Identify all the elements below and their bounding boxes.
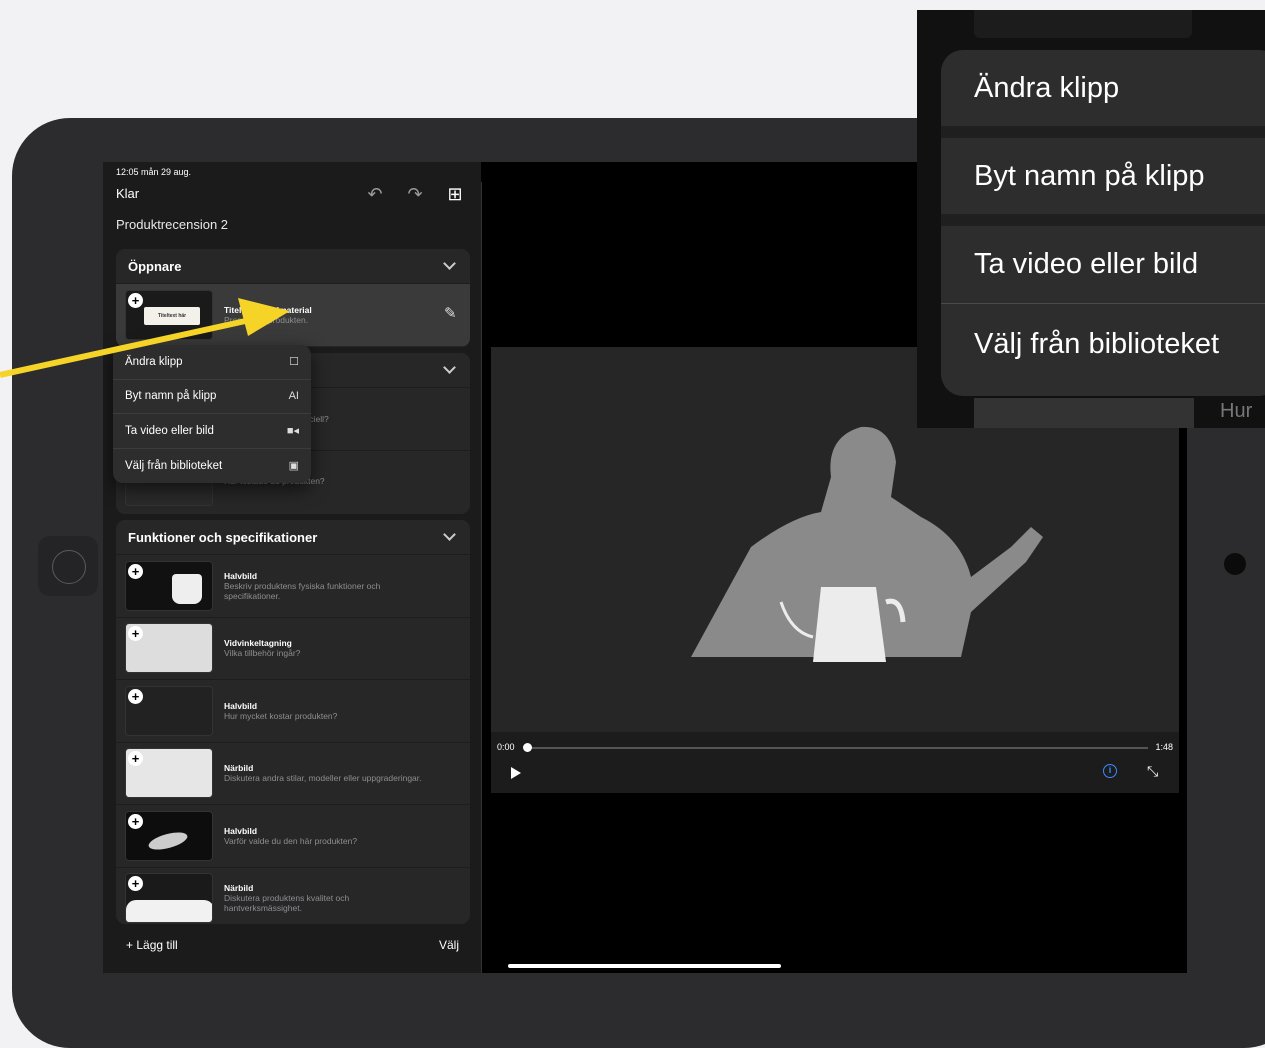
kettle-closeup-image (126, 900, 212, 923)
info-icon[interactable]: i (1103, 764, 1117, 778)
clip-title: Titel över bildmaterial (224, 304, 312, 315)
add-plus-icon[interactable]: + (128, 813, 143, 829)
scrubber-knob[interactable] (523, 743, 532, 752)
done-button[interactable]: Klar (116, 186, 139, 201)
edit-icon: ☐ (289, 356, 299, 369)
play-icon[interactable] (511, 767, 521, 779)
clip-thumbnail[interactable]: + Titeltext här (125, 289, 213, 340)
chevron-down-icon[interactable] (443, 257, 456, 270)
add-plus-icon[interactable]: + (128, 626, 143, 642)
front-camera (1224, 553, 1246, 575)
clip-thumbnail[interactable]: + (125, 560, 213, 611)
section-header[interactable]: Funktioner och specifikationer (116, 520, 470, 554)
zoom-thumb-strip (974, 10, 1192, 38)
scrubber-track[interactable] (526, 747, 1148, 749)
clip-subtitle: Beskriv produktens fysiska funktioner oc… (224, 580, 381, 601)
menu-item-label: Ändra klipp (125, 355, 183, 368)
pencil-icon[interactable]: ✎ (444, 306, 460, 322)
chevron-down-icon[interactable] (443, 528, 456, 541)
fullscreen-icon[interactable]: ⤡ (1147, 763, 1158, 780)
clip-title: Närbild (224, 883, 254, 894)
clip-thumbnail[interactable]: + (125, 748, 213, 799)
clip-row[interactable]: + Närbild Diskutera andra stilar, modell… (116, 741, 470, 805)
redo-icon[interactable]: ↷ (403, 182, 427, 206)
project-title: Produktrecension 2 (116, 217, 229, 232)
clip-title: Vidvinkeltagning (224, 638, 292, 649)
menu-item-take-video[interactable]: Ta video eller bild ■◂ (113, 414, 311, 449)
clip-list-panel: 12:05 mån 29 aug. Klar ↶ ↷ ⊞ Produktrece… (103, 162, 481, 973)
section-header[interactable]: Öppnare (116, 249, 470, 283)
add-button[interactable]: + Lägg till (126, 938, 178, 952)
menu-item-label: Byt namn på klipp (125, 390, 217, 403)
thumb-title-card: Titeltext här (144, 306, 200, 325)
zoom-item-choose-library[interactable]: Välj från biblioteket (941, 304, 1265, 384)
zoom-item-edit-clip[interactable]: Ändra klipp (941, 50, 1265, 138)
add-plus-icon[interactable]: + (128, 292, 143, 308)
clip-title: Halvbild (224, 570, 258, 581)
add-plus-icon[interactable]: + (128, 688, 143, 704)
zoom-item-take-video[interactable]: Ta video eller bild (941, 226, 1265, 304)
status-bar-time: 12:05 mån 29 aug. (116, 167, 192, 177)
clip-subtitle: Vilka tillbehör ingår? (224, 648, 301, 659)
video-camera-icon: ■◂ (286, 425, 299, 438)
clip-row[interactable]: + Vidvinkeltagning Vilka tillbehör ingår… (116, 616, 470, 680)
section-title: Öppnare (128, 258, 182, 274)
clip-title: Halvbild (224, 825, 258, 836)
menu-item-choose-library[interactable]: Välj från biblioteket ▣ (113, 449, 311, 484)
clip-subtitle: Diskutera produktens kvalitet och hantve… (224, 893, 350, 914)
kettle-image (172, 573, 202, 604)
add-plus-icon[interactable]: + (128, 751, 143, 767)
section-features: Funktioner och specifikationer + Halvbil… (116, 520, 470, 924)
photo-library-icon: ▣ (288, 460, 299, 473)
clip-subtitle: Varför valde du den här produkten? (224, 835, 358, 846)
clip-subtitle: Hur mycket kostar produkten? (224, 710, 338, 721)
chevron-down-icon[interactable] (443, 361, 456, 374)
clip-row[interactable]: + Halvbild Hur mycket kostar produkten? (116, 679, 470, 742)
zoom-context-menu: Ändra klipp Byt namn på klipp Ta video e… (941, 50, 1265, 396)
rename-icon: AI (288, 390, 299, 403)
lid-image (146, 828, 190, 853)
clip-title: Halvbild (224, 700, 258, 711)
home-indicator (508, 964, 781, 968)
clip-title: Närbild (224, 763, 254, 774)
clip-subtitle: Presentera produkten. (224, 314, 309, 325)
clip-row[interactable]: + Halvbild Beskriv produktens fysiska fu… (116, 554, 470, 617)
undo-icon[interactable]: ↶ (363, 182, 387, 206)
current-time: 0:00 (497, 742, 515, 752)
zoom-peek-text: Hur (1220, 400, 1253, 422)
clip-context-menu: Ändra klipp ☐ Byt namn på klipp AI Ta vi… (113, 345, 311, 483)
panel-divider (481, 182, 482, 973)
clip-subtitle: Diskutera andra stilar, modeller eller u… (224, 773, 422, 784)
clip-thumbnail[interactable]: + (125, 810, 213, 861)
section-opener: Öppnare + Titeltext här Titel över bildm… (116, 249, 470, 347)
clip-row[interactable]: + Halvbild Varför valde du den här produ… (116, 804, 470, 867)
bottom-toolbar: + Lägg till Välj (103, 924, 481, 973)
clip-thumbnail[interactable]: + (125, 685, 213, 736)
menu-item-label: Ta video eller bild (125, 424, 214, 437)
menu-item-rename-clip[interactable]: Byt namn på klipp AI (113, 380, 311, 414)
clip-thumbnail[interactable]: + (125, 623, 213, 674)
clip-row[interactable]: + Närbild Diskutera produktens kvalitet … (116, 866, 470, 925)
zoom-item-rename-clip[interactable]: Byt namn på klipp (941, 138, 1265, 226)
clip-thumbnail[interactable]: + (125, 873, 213, 924)
add-plus-icon[interactable]: + (128, 876, 143, 892)
add-plus-icon[interactable]: + (128, 563, 143, 579)
select-button[interactable]: Välj (439, 938, 459, 952)
playback-controls: 0:00 1:48 i ⤡ (491, 732, 1179, 793)
add-clip-film-icon[interactable]: ⊞ (443, 182, 467, 206)
section-title: Funktioner och specifikationer (128, 529, 318, 545)
home-button[interactable] (38, 536, 98, 596)
zoom-callout: Ändra klipp Byt namn på klipp Ta video e… (917, 10, 1265, 428)
duration: 1:48 (1155, 742, 1173, 752)
menu-item-label: Välj från biblioteket (125, 459, 223, 472)
menu-item-edit-clip[interactable]: Ändra klipp ☐ (113, 345, 311, 380)
zoom-clip-peek (974, 398, 1194, 428)
clip-row[interactable]: + Titeltext här Titel över bildmaterial … (116, 283, 470, 346)
